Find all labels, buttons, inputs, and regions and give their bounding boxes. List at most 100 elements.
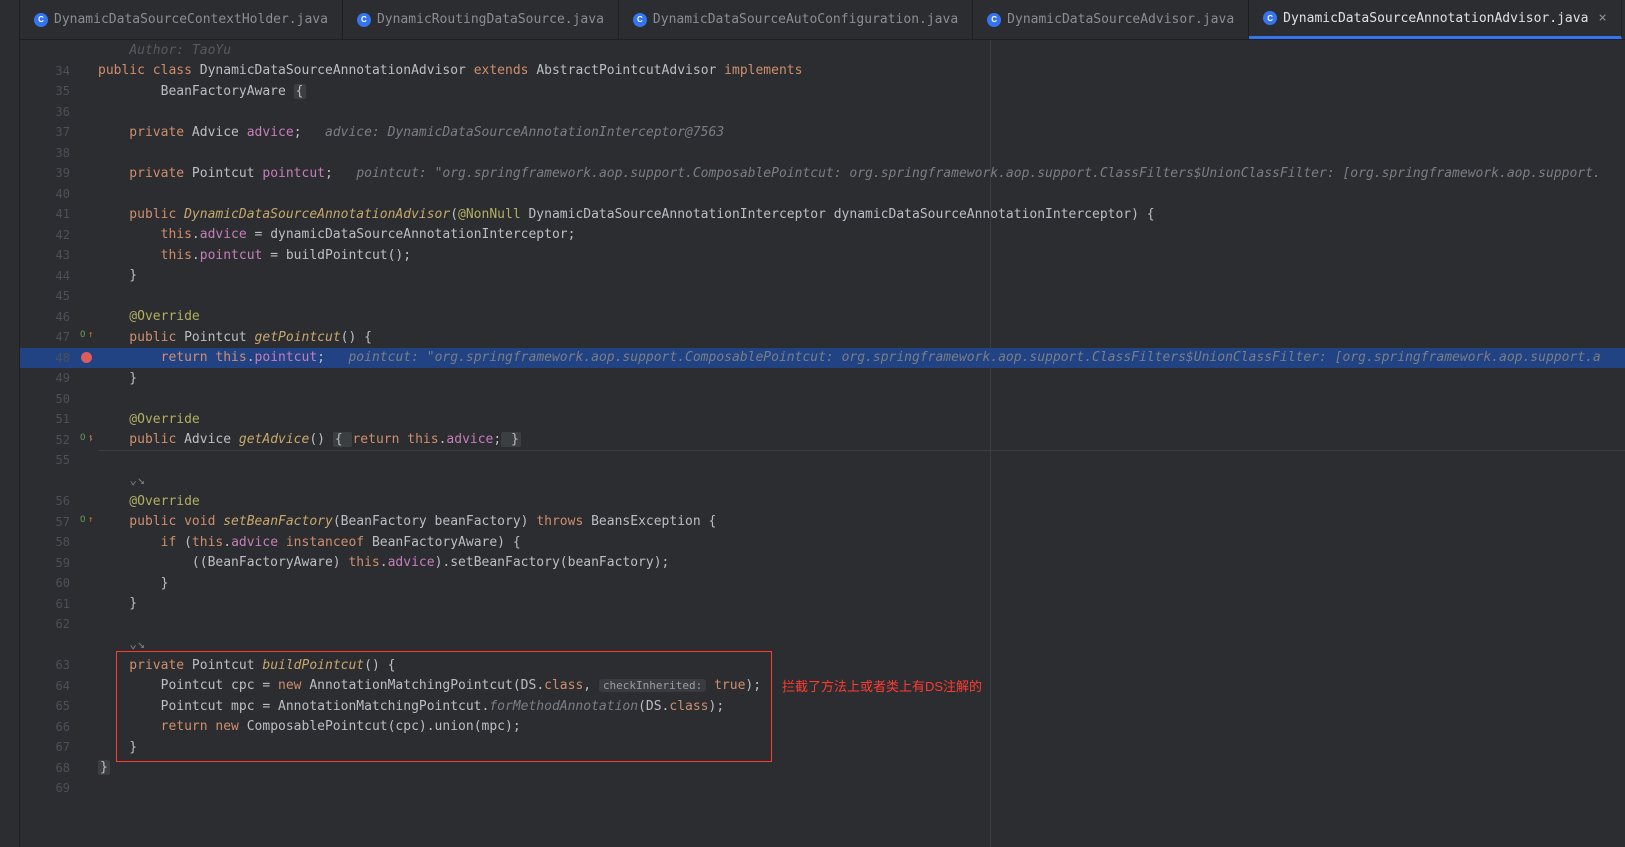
code-line[interactable]: 50 <box>20 389 1625 410</box>
code-line[interactable]: 56 @Override <box>20 491 1625 512</box>
line-number-gutter[interactable]: 40 <box>20 187 98 201</box>
code-content[interactable]: } <box>98 760 1625 775</box>
code-line[interactable]: 62 <box>20 614 1625 635</box>
code-content[interactable]: BeanFactoryAware { <box>98 84 1625 99</box>
code-content[interactable]: @Override <box>98 309 1625 324</box>
line-number-gutter[interactable]: 48 <box>20 351 98 365</box>
code-content[interactable]: @Override <box>98 412 1625 427</box>
code-line[interactable]: 45 <box>20 286 1625 307</box>
line-number-gutter[interactable]: 63 <box>20 658 98 672</box>
code-content[interactable]: public Advice getAdvice() { return this.… <box>98 432 1625 447</box>
line-number-gutter[interactable]: 60 <box>20 576 98 590</box>
code-content[interactable]: private Advice advice; advice: DynamicDa… <box>98 125 1625 140</box>
override-icon[interactable] <box>80 330 94 344</box>
code-content[interactable]: return new ComposablePointcut(cpc).union… <box>98 719 1625 734</box>
code-line[interactable]: 58 if (this.advice instanceof BeanFactor… <box>20 532 1625 553</box>
editor-tab[interactable]: DynamicDataSourceAnnotationAdvisor.java× <box>1249 0 1622 39</box>
editor-tab[interactable]: DynamicDataSourceAutoConfiguration.java <box>619 0 973 39</box>
code-line[interactable]: 49 } <box>20 368 1625 389</box>
code-content[interactable]: private Pointcut buildPointcut() { <box>98 658 1625 673</box>
code-content[interactable]: } <box>98 371 1625 386</box>
line-number-gutter[interactable]: 62 <box>20 617 98 631</box>
code-line[interactable]: 35 BeanFactoryAware { <box>20 81 1625 102</box>
code-line[interactable]: 61 } <box>20 594 1625 615</box>
code-line[interactable]: 41 public DynamicDataSourceAnnotationAdv… <box>20 204 1625 225</box>
override-icon[interactable] <box>80 515 94 529</box>
code-line[interactable]: 60 } <box>20 573 1625 594</box>
editor-tab[interactable]: DynamicDataSourceContextHolder.java <box>20 0 343 39</box>
code-line[interactable]: 55 <box>20 450 1625 471</box>
line-number-gutter[interactable]: 65 <box>20 699 98 713</box>
line-number-gutter[interactable]: 45 <box>20 289 98 303</box>
line-number-gutter[interactable]: 39 <box>20 166 98 180</box>
code-line[interactable]: 44 } <box>20 266 1625 287</box>
code-line[interactable]: 63 private Pointcut buildPointcut() { <box>20 655 1625 676</box>
code-line[interactable]: ⌄↘ <box>20 635 1625 656</box>
code-line[interactable]: Author: TaoYu <box>20 40 1625 61</box>
code-content[interactable]: ⌄↘ <box>98 473 1625 488</box>
editor-tab[interactable]: DynamicDataSourceAdvisor.java <box>973 0 1249 39</box>
code-content[interactable]: } <box>98 576 1625 591</box>
code-line[interactable]: 52› public Advice getAdvice() { return t… <box>20 430 1625 451</box>
code-line[interactable]: 42 this.advice = dynamicDataSourceAnnota… <box>20 225 1625 246</box>
line-number-gutter[interactable]: 38 <box>20 146 98 160</box>
line-number-gutter[interactable]: 35 <box>20 84 98 98</box>
code-content[interactable]: this.advice = dynamicDataSourceAnnotatio… <box>98 227 1625 242</box>
editor-tab[interactable]: DynamicRoutingDataSource.java <box>343 0 619 39</box>
code-line[interactable]: 67 } <box>20 737 1625 758</box>
line-number-gutter[interactable]: 43 <box>20 248 98 262</box>
code-content[interactable]: Pointcut mpc = AnnotationMatchingPointcu… <box>98 699 1625 714</box>
code-content[interactable]: public Pointcut getPointcut() { <box>98 330 1625 345</box>
activity-bar[interactable] <box>0 0 20 847</box>
code-line[interactable]: 47 public Pointcut getPointcut() { <box>20 327 1625 348</box>
code-line[interactable]: 43 this.pointcut = buildPointcut(); <box>20 245 1625 266</box>
code-content[interactable]: } <box>98 596 1625 611</box>
code-line[interactable]: 34public class DynamicDataSourceAnnotati… <box>20 61 1625 82</box>
code-line[interactable]: 39 private Pointcut pointcut; pointcut: … <box>20 163 1625 184</box>
code-content[interactable]: @Override <box>98 494 1625 509</box>
close-icon[interactable]: × <box>1598 10 1606 26</box>
line-number-gutter[interactable]: 64 <box>20 679 98 693</box>
line-number-gutter[interactable]: 57 <box>20 515 98 529</box>
code-line[interactable]: 37 private Advice advice; advice: Dynami… <box>20 122 1625 143</box>
line-number-gutter[interactable]: 59 <box>20 556 98 570</box>
code-content[interactable]: this.pointcut = buildPointcut(); <box>98 248 1625 263</box>
line-number-gutter[interactable]: 55 <box>20 453 98 467</box>
line-number-gutter[interactable]: 44 <box>20 269 98 283</box>
code-content[interactable]: Author: TaoYu <box>98 43 1625 58</box>
line-number-gutter[interactable]: 66 <box>20 720 98 734</box>
line-number-gutter[interactable]: 42 <box>20 228 98 242</box>
code-line[interactable]: ⌄↘ <box>20 471 1625 492</box>
breakpoint-icon[interactable] <box>81 352 92 363</box>
line-number-gutter[interactable]: 68 <box>20 761 98 775</box>
code-content[interactable]: public DynamicDataSourceAnnotationAdviso… <box>98 207 1625 222</box>
code-line[interactable]: 51 @Override <box>20 409 1625 430</box>
line-number-gutter[interactable]: 34 <box>20 64 98 78</box>
line-number-gutter[interactable]: 49 <box>20 371 98 385</box>
code-line[interactable]: 66 return new ComposablePointcut(cpc).un… <box>20 717 1625 738</box>
line-number-gutter[interactable]: 37 <box>20 125 98 139</box>
line-number-gutter[interactable]: 56 <box>20 494 98 508</box>
code-content[interactable]: public class DynamicDataSourceAnnotation… <box>98 63 1625 78</box>
code-line[interactable]: 38 <box>20 143 1625 164</box>
line-number-gutter[interactable]: 67 <box>20 740 98 754</box>
code-content[interactable]: return this.pointcut; pointcut: "org.spr… <box>98 350 1625 365</box>
code-line[interactable]: 68} <box>20 758 1625 779</box>
code-content[interactable]: } <box>98 268 1625 283</box>
line-number-gutter[interactable]: 36 <box>20 105 98 119</box>
line-number-gutter[interactable]: 69 <box>20 781 98 795</box>
code-line[interactable]: 69 <box>20 778 1625 799</box>
code-line[interactable]: 46 @Override <box>20 307 1625 328</box>
code-editor[interactable]: Author: TaoYu34public class DynamicDataS… <box>20 40 1625 847</box>
line-number-gutter[interactable]: 61 <box>20 597 98 611</box>
code-line[interactable]: 59 ((BeanFactoryAware) this.advice).setB… <box>20 553 1625 574</box>
line-number-gutter[interactable]: 47 <box>20 330 98 344</box>
code-content[interactable]: ((BeanFactoryAware) this.advice).setBean… <box>98 555 1625 570</box>
code-line[interactable]: 65 Pointcut mpc = AnnotationMatchingPoin… <box>20 696 1625 717</box>
code-line[interactable]: 48 return this.pointcut; pointcut: "org.… <box>20 348 1625 369</box>
line-number-gutter[interactable]: 51 <box>20 412 98 426</box>
line-number-gutter[interactable]: 46 <box>20 310 98 324</box>
code-content[interactable]: ⌄↘ <box>98 637 1625 652</box>
line-number-gutter[interactable]: 50 <box>20 392 98 406</box>
code-content[interactable]: } <box>98 740 1625 755</box>
